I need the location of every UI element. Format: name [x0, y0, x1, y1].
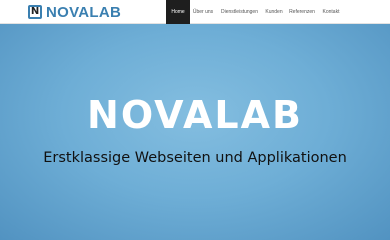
main-nav: Home Über uns Dienstleistungen Kunden Re… [166, 0, 343, 24]
hero-subtitle: Erstklassige Webseiten und Applikationen [43, 150, 347, 166]
nav-label-referenzen: Referenzen [289, 9, 315, 15]
nav-label-ueber-uns: Über uns [192, 9, 214, 15]
nav-item-referenzen[interactable]: Referenzen [285, 0, 319, 24]
logo-icon: N [28, 5, 42, 19]
top-navbar: N NOVALAB Home Über uns Dienstleistungen… [0, 0, 390, 24]
nav-label-kunden: Kunden [265, 9, 283, 15]
brand-name: NOVALAB [46, 3, 122, 21]
nav-item-kontakt[interactable]: Kontakt [319, 0, 343, 24]
nav-item-ueber-uns[interactable]: Über uns [190, 0, 216, 24]
nav-label-kontakt: Kontakt [322, 9, 340, 15]
nav-item-home[interactable]: Home [166, 0, 190, 24]
logo-letter: N [30, 6, 40, 17]
hero-section: NOVALAB Erstklassige Webseiten und Appli… [0, 24, 390, 240]
nav-label-dienstleistungen: Dienstleistungen [221, 9, 258, 15]
nav-item-dienstleistungen[interactable]: Dienstleistungen [216, 0, 263, 24]
nav-label-home: Home [171, 9, 185, 15]
brand-logo-link[interactable]: N NOVALAB [28, 3, 121, 21]
nav-item-kunden[interactable]: Kunden [263, 0, 285, 24]
hero-title: NOVALAB [87, 93, 303, 137]
